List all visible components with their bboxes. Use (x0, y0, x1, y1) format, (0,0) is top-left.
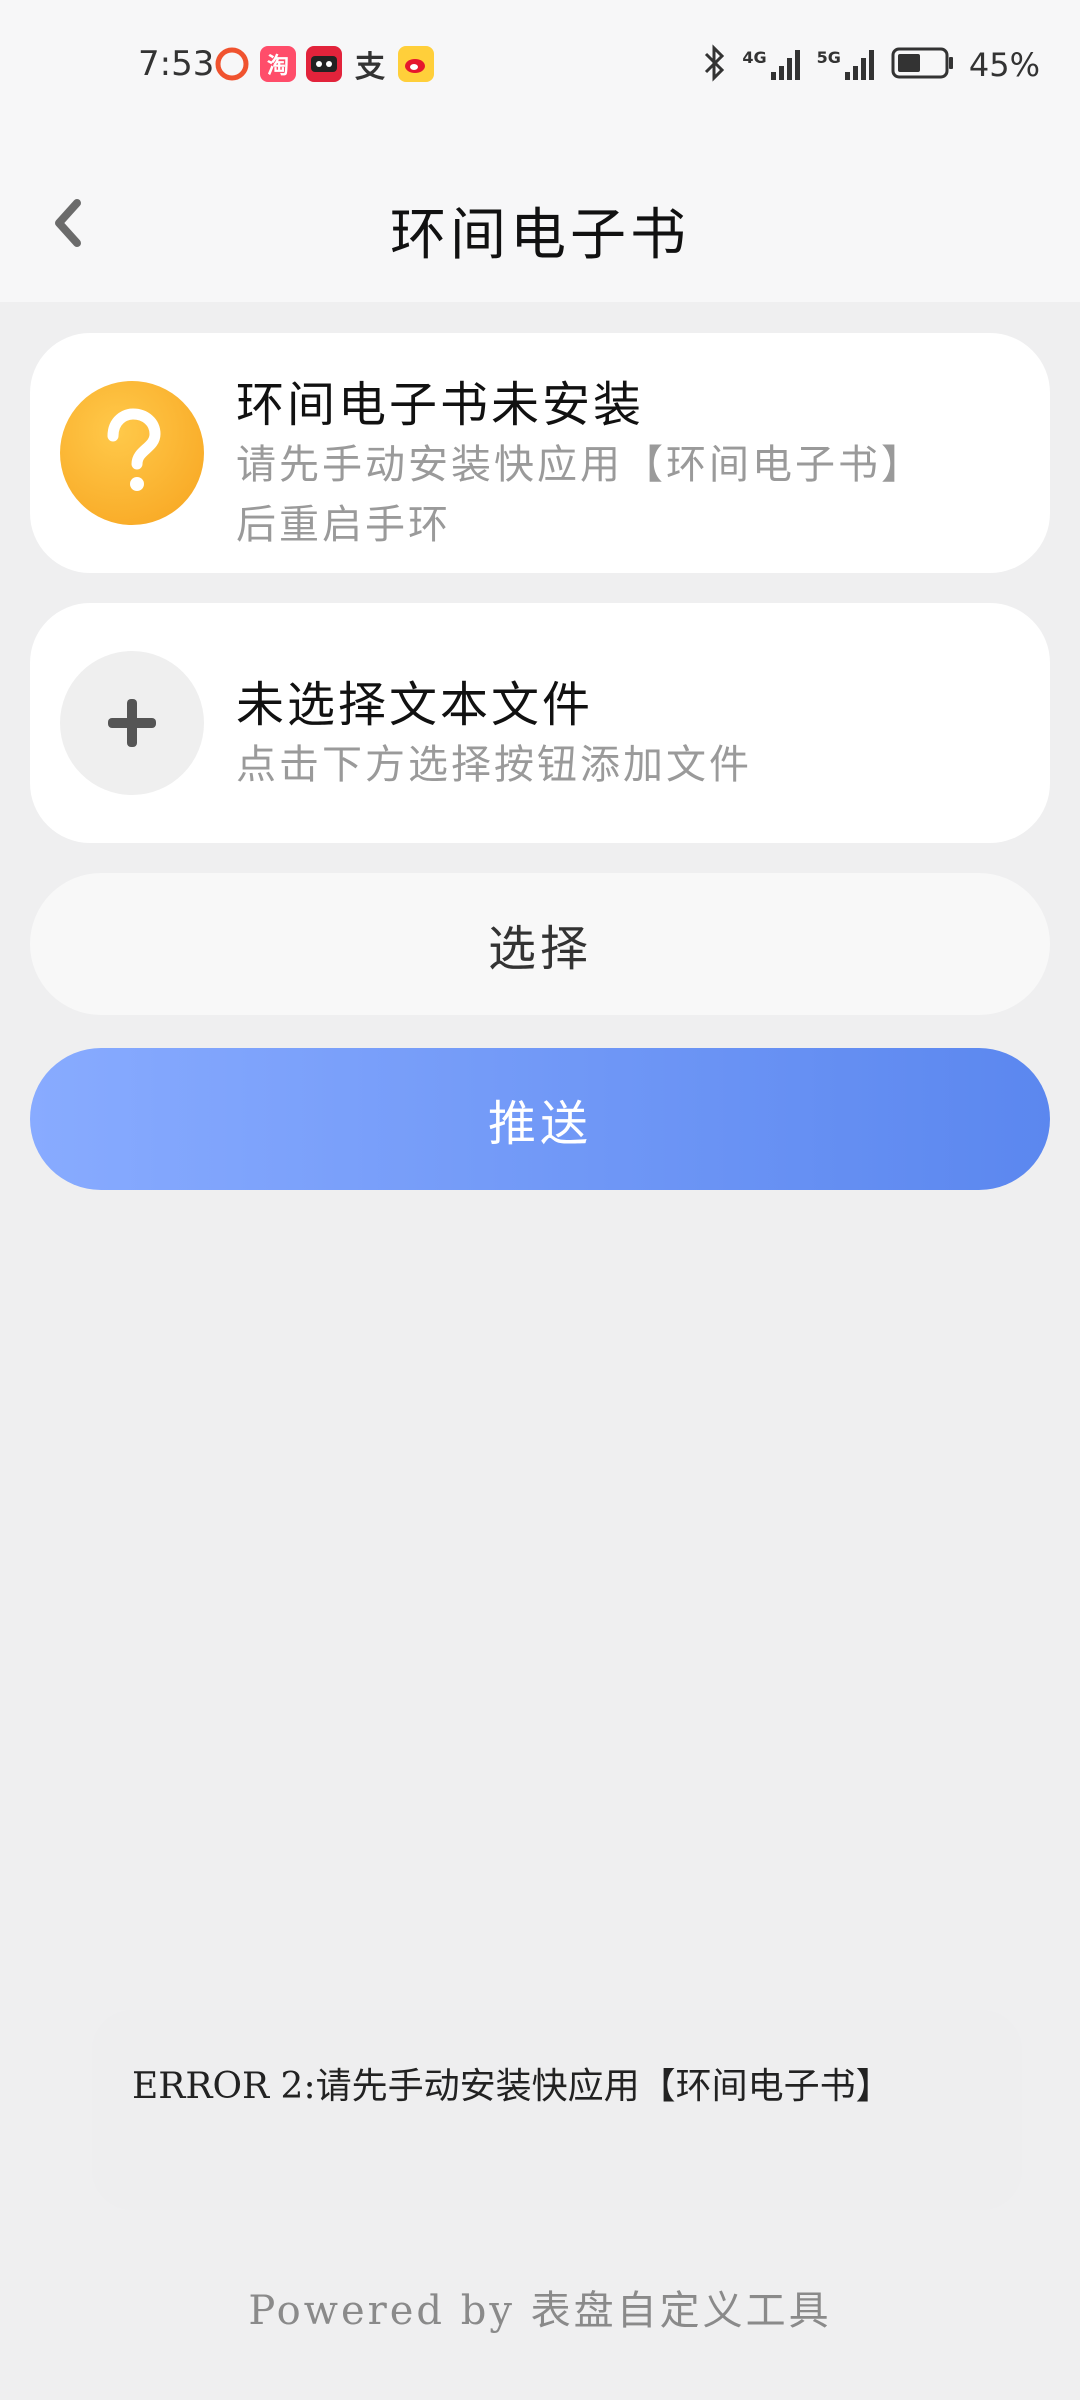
status-bar: 7:53 淘 支 4G 5G 45% (0, 0, 1080, 130)
record-icon (214, 46, 250, 82)
weibo-icon (398, 46, 434, 82)
app-install-card: 环间电子书未安装 请先手动安装快应用【环间电子书】后重启手环 (30, 333, 1050, 573)
install-status-description: 请先手动安装快应用【环间电子书】后重启手环 (236, 442, 924, 548)
question-icon (60, 381, 204, 525)
install-status-title: 环间电子书未安装 (236, 377, 645, 433)
signal-4g-icon: 4G (742, 48, 802, 82)
header: 环间电子书 (0, 170, 1080, 280)
footer-powered-by: Powered by 表盘自定义工具 (248, 2288, 832, 2334)
network-4g-label: 4G (742, 48, 767, 67)
push-button[interactable]: 推送 (30, 1048, 1050, 1190)
top-area: 7:53 淘 支 4G 5G 45% 环间电子书 (0, 0, 1080, 302)
notification-icons: 淘 支 (214, 46, 434, 85)
taobao-icon: 淘 (260, 46, 296, 82)
battery-percent: 45% (968, 46, 1040, 84)
error-box: ERROR 2:请先手动安装快应用【环间电子书】 (92, 2010, 1022, 2210)
tmall-icon (306, 46, 342, 82)
status-right: 4G 5G 45% (702, 44, 1040, 86)
file-selection-card: 未选择文本文件 点击下方选择按钮添加文件 (30, 603, 1050, 843)
signal-5g-icon: 5G (817, 48, 877, 82)
file-status-title: 未选择文本文件 (236, 677, 594, 733)
battery-icon (891, 46, 955, 84)
alipay-icon: 支 (355, 50, 385, 85)
status-time: 7:53 (138, 44, 215, 84)
file-status-description: 点击下方选择按钮添加文件 (236, 742, 752, 788)
screen: 7:53 淘 支 4G 5G 45% 环间电子书 环间电子书未安装 请先手动安装… (0, 0, 1080, 2400)
plus-icon (60, 651, 204, 795)
select-button[interactable]: 选择 (30, 873, 1050, 1015)
network-5g-label: 5G (816, 48, 841, 67)
error-message: ERROR 2:请先手动安装快应用【环间电子书】 (132, 2066, 892, 2107)
bluetooth-icon (702, 44, 728, 86)
page-title: 环间电子书 (390, 203, 690, 268)
